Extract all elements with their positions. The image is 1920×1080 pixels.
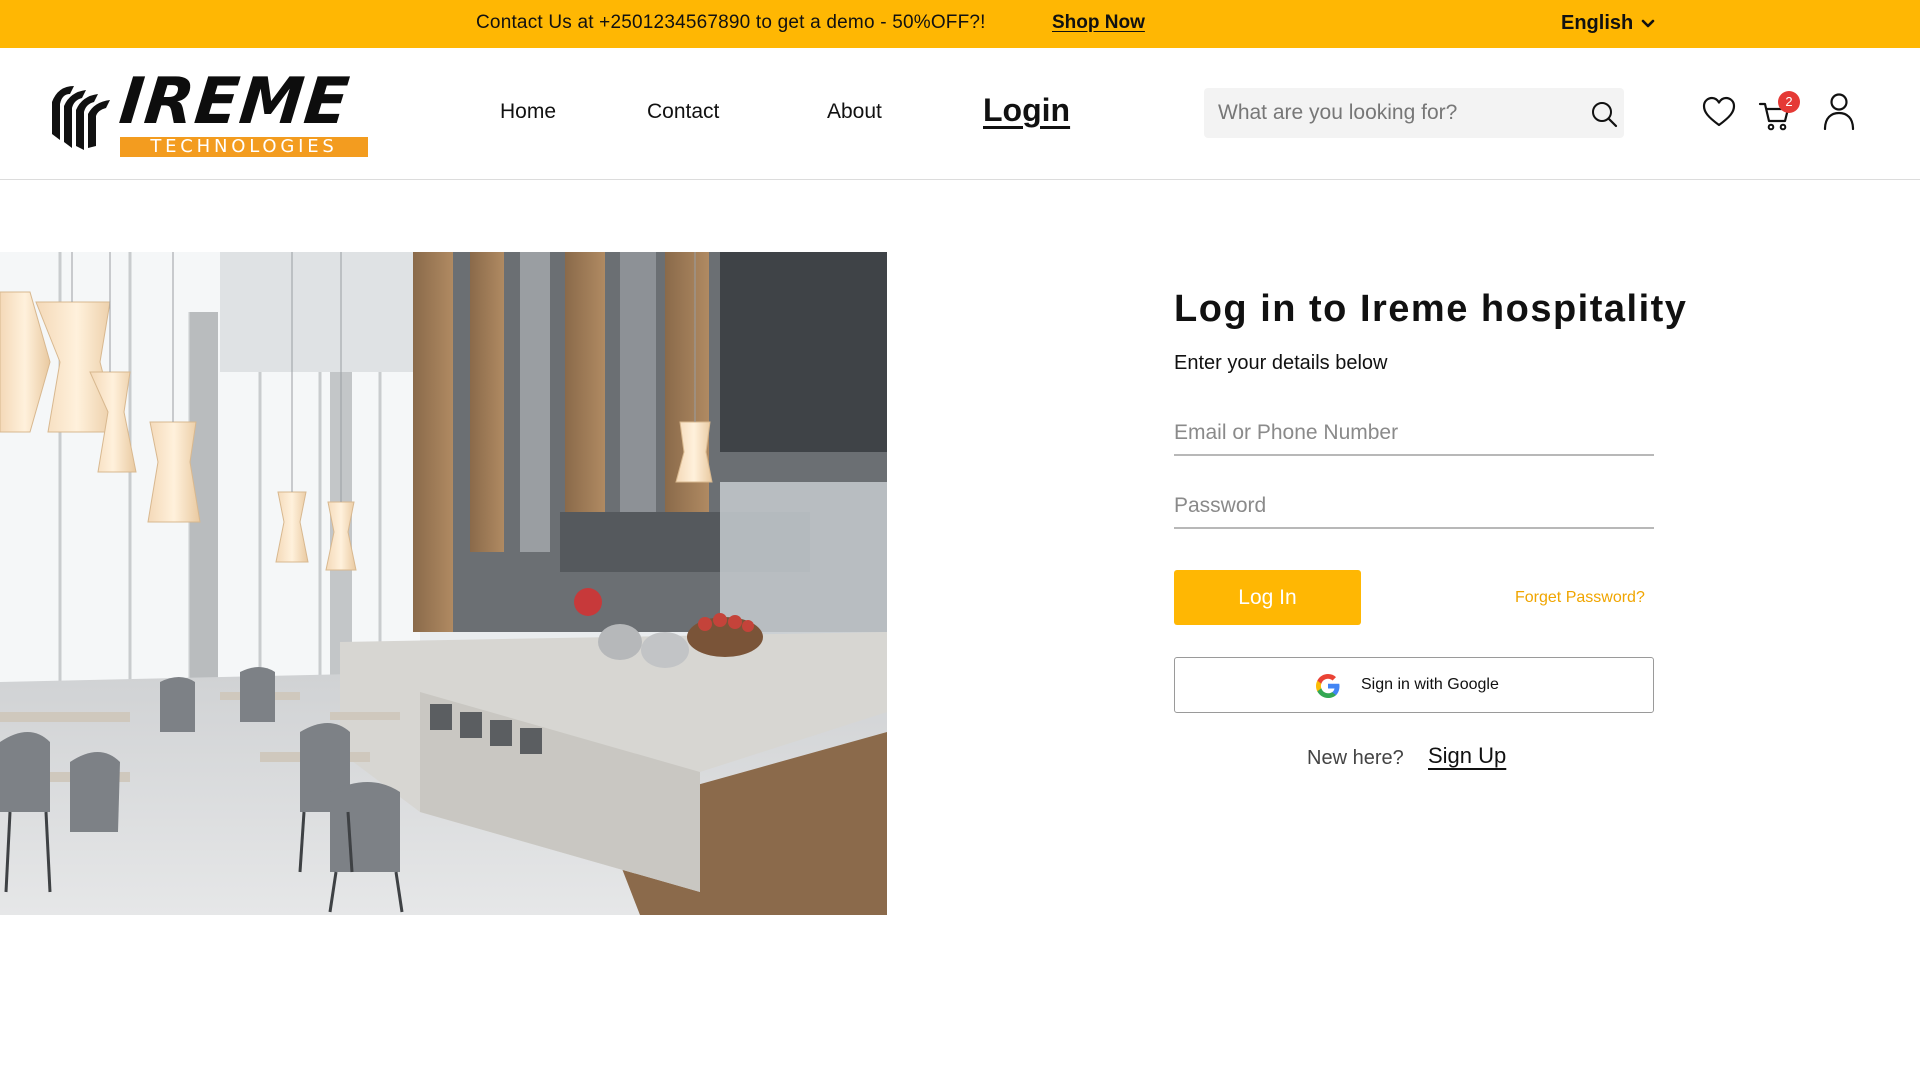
restaurant-interior-photo	[0, 252, 887, 915]
login-subtitle: Enter your details below	[1174, 352, 1388, 374]
password-field[interactable]	[1174, 485, 1654, 529]
google-signin-button[interactable]: Sign in with Google	[1174, 657, 1654, 713]
logo-mark-icon	[52, 86, 110, 150]
nav-home[interactable]: Home	[500, 100, 556, 124]
wishlist-heart-icon[interactable]	[1702, 96, 1736, 128]
new-here-text: New here?	[1307, 747, 1404, 769]
google-signin-label: Sign in with Google	[1361, 676, 1499, 693]
nav-login[interactable]: Login	[983, 92, 1070, 129]
shop-now-link[interactable]: Shop Now	[1052, 12, 1145, 34]
search-bar	[1204, 88, 1624, 138]
user-account-icon[interactable]	[1822, 92, 1856, 130]
cart-count-badge: 2	[1778, 91, 1800, 113]
brand-logo[interactable]: IREME TECHNOLOGIES	[48, 65, 388, 158]
promo-text: Contact Us at +2501234567890 to get a de…	[476, 12, 986, 33]
nav-contact[interactable]: Contact	[647, 100, 719, 124]
nav-about[interactable]: About	[827, 100, 882, 124]
brand-tagline: TECHNOLOGIES	[120, 137, 368, 157]
promo-bar: Contact Us at +2501234567890 to get a de…	[0, 0, 1920, 48]
brand-name: IREME	[116, 65, 354, 139]
search-icon[interactable]	[1590, 100, 1618, 128]
email-field[interactable]	[1174, 412, 1654, 456]
hero-image	[0, 252, 887, 915]
language-selector[interactable]: English	[1561, 12, 1655, 35]
login-button[interactable]: Log In	[1174, 570, 1361, 625]
sign-up-link[interactable]: Sign Up	[1428, 743, 1506, 769]
forgot-password-link[interactable]: Forget Password?	[1515, 589, 1645, 607]
search-input[interactable]	[1218, 88, 1578, 138]
chevron-down-icon	[1641, 19, 1655, 27]
language-label: English	[1561, 12, 1634, 34]
login-title: Log in to Ireme hospitality	[1174, 288, 1688, 330]
google-icon	[1316, 674, 1340, 698]
site-header: IREME TECHNOLOGIES Home Contact About Lo…	[0, 48, 1920, 180]
